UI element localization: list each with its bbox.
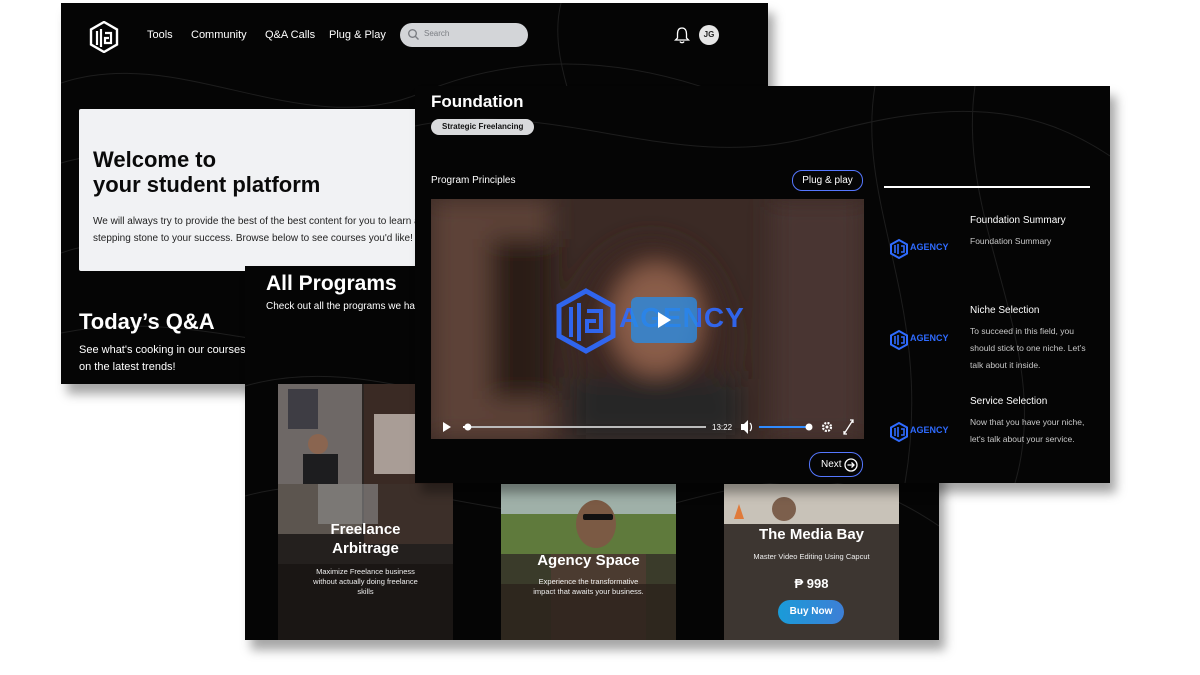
play-overlay-button[interactable] (631, 297, 697, 343)
program-card-description: Master Video Editing Using Capcut (753, 552, 870, 561)
lesson-description: Now that you have your niche, let's talk… (970, 417, 1085, 444)
lesson-description: To succeed in this field, you should sti… (970, 326, 1086, 370)
lesson-title[interactable]: Service Selection (970, 396, 1047, 407)
section-label: Program Principles (431, 175, 516, 186)
lesson-thumbnail[interactable]: AGENCY (889, 238, 949, 260)
todays-qa-subtitle: See what's cooking in our courses on the… (79, 344, 246, 373)
welcome-title-line2: your student platform (93, 172, 321, 197)
program-card-image (278, 484, 453, 640)
nav-link-community[interactable]: Community (191, 29, 247, 41)
search-icon (408, 29, 419, 40)
volume-slider-knob (805, 423, 813, 431)
welcome-body: We will always try to provide the best o… (93, 216, 419, 244)
user-avatar[interactable]: JG (699, 25, 719, 45)
play-icon (658, 312, 671, 328)
video-timecode: 13:22 (712, 423, 733, 432)
next-lesson-button[interactable]: Next (809, 452, 863, 477)
nav-link-tools[interactable]: Tools (147, 29, 173, 41)
lesson-thumbnail-text: AGENCY (910, 242, 949, 252)
buy-now-button[interactable]: Buy Now (778, 600, 844, 624)
plug-and-play-button[interactable]: Plug & play (792, 170, 863, 191)
course-title: Foundation (431, 92, 524, 111)
program-card-description: Experience the transformative impact tha… (533, 577, 644, 596)
program-card-agency-space[interactable]: Agency Space Experience the transformati… (501, 484, 676, 640)
next-button-label: Next (821, 459, 842, 470)
play-small-icon (443, 422, 451, 432)
program-card-title-line2: Arbitrage (332, 540, 399, 557)
program-card-title: Agency Space (537, 552, 640, 569)
volume-icon (741, 420, 753, 434)
welcome-card: Welcome to your student platform We will… (79, 109, 419, 271)
lesson-thumbnail-text: AGENCY (910, 425, 949, 435)
lesson-title[interactable]: Niche Selection (970, 305, 1039, 316)
lesson-thumbnail[interactable]: AGENCY (889, 421, 949, 443)
notification-bell-icon[interactable] (674, 26, 690, 44)
program-card-the-media-bay[interactable]: The Media Bay Master Video Editing Using… (724, 484, 899, 640)
video-controls-bar (443, 419, 854, 435)
welcome-title-line1: Welcome to (93, 147, 217, 172)
search-placeholder: Search (424, 29, 450, 38)
program-card-description: Maximize Freelance business without actu… (313, 567, 418, 596)
top-navigation: Tools Community Q&A Calls Plug & Play Se… (61, 3, 768, 67)
lesson-list-divider (884, 186, 1090, 188)
settings-gear-icon (821, 421, 833, 433)
arrow-right-circle-icon (844, 458, 858, 472)
progress-scrubber (464, 423, 472, 431)
video-controls: 13:22 (431, 405, 864, 439)
all-programs-title: All Programs (266, 272, 397, 295)
foundation-course-screen: Foundation Strategic Freelancing Program… (415, 86, 1110, 483)
nav-link-plug-and-play[interactable]: Plug & Play (329, 29, 386, 41)
program-card-title-line1: Freelance (330, 521, 401, 538)
program-card-freelance-arbitrage[interactable]: Freelance Arbitrage Maximize Freelance b… (278, 484, 453, 640)
todays-qa-title: Today’s Q&A (79, 309, 215, 334)
lesson-thumbnail[interactable]: AGENCY (889, 329, 949, 351)
fullscreen-icon (843, 419, 854, 435)
lesson-title[interactable]: Foundation Summary (970, 215, 1066, 226)
lesson-thumbnail-text: AGENCY (910, 333, 949, 343)
program-card-price: ₱ 998 (794, 576, 829, 591)
course-category-badge: Strategic Freelancing (431, 119, 535, 135)
program-card-title: Freelance Arbitrage (278, 520, 453, 558)
all-programs-subtitle: Check out all the programs we have (266, 301, 426, 312)
welcome-title: Welcome to your student platform (93, 147, 393, 197)
search-input[interactable]: Search (400, 23, 528, 47)
promo-stage: Tools Community Q&A Calls Plug & Play Se… (0, 0, 1200, 675)
video-player[interactable]: AGENCY (431, 199, 864, 439)
lesson-description: Foundation Summary (970, 236, 1052, 246)
program-card-title: The Media Bay (758, 526, 865, 543)
nav-link-qa-calls[interactable]: Q&A Calls (265, 29, 315, 41)
brand-logo-icon[interactable] (89, 21, 119, 53)
